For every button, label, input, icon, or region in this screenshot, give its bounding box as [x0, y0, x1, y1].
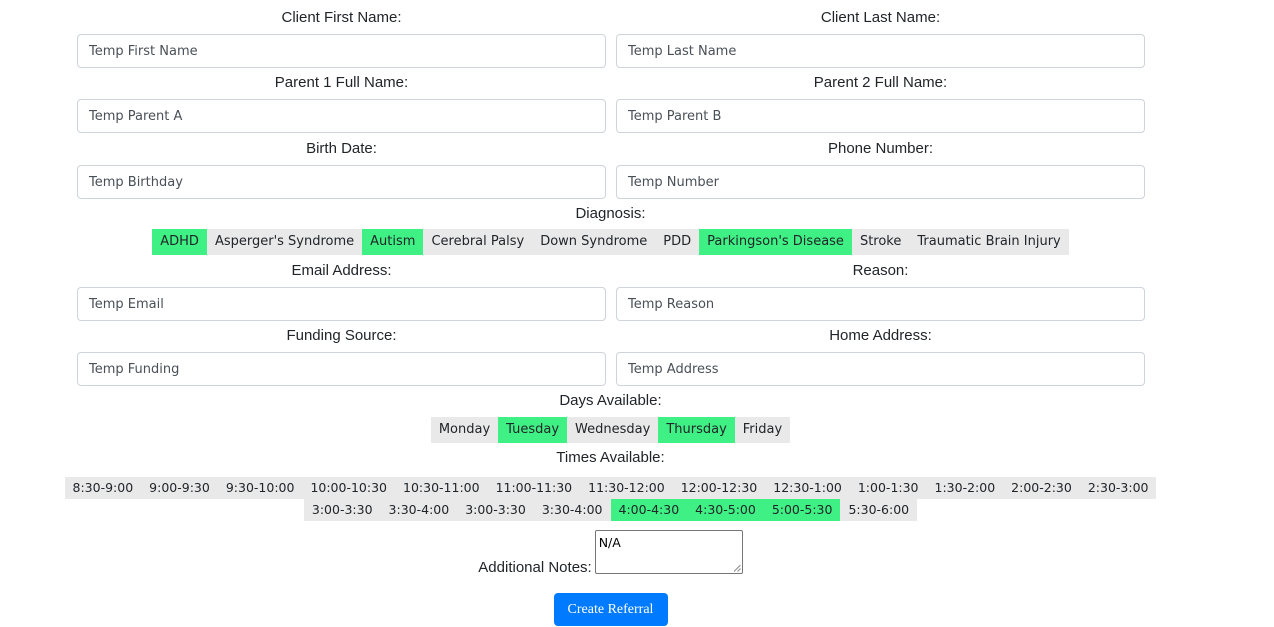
last-name-group: Client Last Name: Temp Last Name: [616, 9, 1145, 68]
time-slot-option[interactable]: 9:30-10:00: [217, 477, 303, 499]
parent1-group: Parent 1 Full Name: Temp Parent A: [77, 74, 606, 133]
diagnosis-chip-row: ADHD Asperger's Syndrome Autism Cerebral Pa…: [0, 229, 1221, 255]
time-slot-option[interactable]: 2:00-2:30: [1003, 477, 1080, 499]
birth-phone-row: Birth Date: Temp Birthday Phone Number: …: [77, 140, 1145, 199]
name-row: Client First Name: Temp First Name Clien…: [77, 9, 1145, 68]
submit-wrap: Create Referral: [0, 593, 1221, 626]
funding-group: Funding Source: Temp Funding: [77, 327, 606, 386]
times-chip-row-1: 8:30-9:00 9:00-9:30 9:30-10:00 10:00-10:30 1…: [0, 477, 1221, 499]
time-slot-option[interactable]: 4:00-4:30: [610, 499, 688, 521]
reason-group: Reason: Temp Reason: [616, 262, 1145, 321]
email-reason-row: Email Address: Temp Email Reason: Temp R…: [77, 262, 1145, 321]
reason-label: Reason:: [852, 262, 909, 279]
parent2-label: Parent 2 Full Name:: [813, 74, 948, 91]
notes-label: Additional Notes:: [478, 559, 592, 576]
parent1-label: Parent 1 Full Name:: [274, 74, 409, 91]
diagnosis-option[interactable]: Cerebral Palsy: [423, 229, 533, 255]
time-slot-option[interactable]: 1:00-1:30: [849, 477, 927, 499]
time-slot-option[interactable]: 8:30-9:00: [64, 477, 142, 499]
time-slot-option[interactable]: 11:30-12:00: [580, 477, 673, 499]
birth-date-label: Birth Date:: [306, 140, 377, 157]
diagnosis-options: ADHD Asperger's Syndrome Autism Cerebral Pa…: [152, 229, 1069, 255]
email-input[interactable]: Temp Email: [77, 287, 606, 321]
referral-form: Client First Name: Temp First Name Clien…: [0, 0, 1274, 627]
time-slot-option[interactable]: 9:00-9:30: [141, 477, 218, 499]
last-name-input[interactable]: Temp Last Name: [616, 34, 1145, 68]
diagnosis-label: Diagnosis:: [575, 205, 646, 222]
email-group: Email Address: Temp Email: [77, 262, 606, 321]
funding-label: Funding Source:: [286, 327, 397, 344]
parent2-group: Parent 2 Full Name: Temp Parent B: [616, 74, 1145, 133]
times-label: Times Available:: [556, 449, 665, 466]
resize-grip-icon[interactable]: [733, 564, 741, 572]
time-slot-option[interactable]: 5:00-5:30: [763, 499, 841, 521]
last-name-label: Client Last Name:: [820, 9, 941, 26]
day-option[interactable]: Monday: [430, 417, 499, 443]
times-options-row-1: 8:30-9:00 9:00-9:30 9:30-10:00 10:00-10:30 1…: [64, 477, 1157, 499]
time-slot-option[interactable]: 4:30-5:00: [687, 499, 764, 521]
notes-value: N/A: [598, 535, 621, 550]
day-option[interactable]: Tuesday: [498, 417, 568, 443]
time-slot-option[interactable]: 3:00-3:30: [303, 499, 381, 521]
parents-row: Parent 1 Full Name: Temp Parent A Parent…: [77, 74, 1145, 133]
times-chip-row-2: 3:00-3:30 3:30-4:00 3:00-3:30 3:30-4:00 4:00…: [0, 499, 1221, 521]
notes-textarea[interactable]: N/A: [594, 530, 743, 574]
diagnosis-option[interactable]: Traumatic Brain Injury: [909, 229, 1069, 255]
time-slot-option[interactable]: 5:30-6:00: [840, 499, 918, 521]
first-name-group: Client First Name: Temp First Name: [77, 9, 606, 68]
time-slot-option[interactable]: 1:30-2:00: [926, 477, 1004, 499]
first-name-input[interactable]: Temp First Name: [77, 34, 606, 68]
time-slot-option[interactable]: 12:00-12:30: [672, 477, 766, 499]
day-option[interactable]: Thursday: [658, 417, 735, 443]
parent2-input[interactable]: Temp Parent B: [616, 99, 1145, 133]
notes-group: Additional Notes: N/A: [0, 530, 1221, 576]
time-slot-option[interactable]: 3:30-4:00: [533, 499, 611, 521]
diagnosis-option[interactable]: Parkingson's Disease: [699, 229, 852, 255]
phone-input[interactable]: Temp Number: [616, 165, 1145, 199]
diagnosis-option[interactable]: ADHD: [152, 229, 207, 255]
time-slot-option[interactable]: 3:00-3:30: [457, 499, 534, 521]
create-referral-button[interactable]: Create Referral: [553, 593, 668, 626]
diagnosis-option[interactable]: Stroke: [851, 229, 910, 255]
phone-group: Phone Number: Temp Number: [616, 140, 1145, 199]
diagnosis-option[interactable]: Autism: [362, 229, 424, 255]
parent1-input[interactable]: Temp Parent A: [77, 99, 606, 133]
birth-date-group: Birth Date: Temp Birthday: [77, 140, 606, 199]
day-option[interactable]: Wednesday: [567, 417, 659, 443]
time-slot-option[interactable]: 10:30-11:00: [395, 477, 488, 499]
funding-address-row: Funding Source: Temp Funding Home Addres…: [77, 327, 1145, 386]
home-address-input[interactable]: Temp Address: [616, 352, 1145, 386]
time-slot-option[interactable]: 10:00-10:30: [302, 477, 395, 499]
first-name-label: Client First Name:: [281, 9, 402, 26]
reason-input[interactable]: Temp Reason: [616, 287, 1145, 321]
diagnosis-option[interactable]: Asperger's Syndrome: [206, 229, 363, 255]
days-label: Days Available:: [559, 392, 662, 409]
home-address-group: Home Address: Temp Address: [616, 327, 1145, 386]
times-options-row-2: 3:00-3:30 3:30-4:00 3:00-3:30 3:30-4:00 4:00…: [303, 499, 918, 521]
birth-date-input[interactable]: Temp Birthday: [77, 165, 606, 199]
time-slot-option[interactable]: 2:30-3:00: [1079, 477, 1157, 499]
day-option[interactable]: Friday: [734, 417, 791, 443]
home-address-label: Home Address:: [829, 327, 932, 344]
funding-input[interactable]: Temp Funding: [77, 352, 606, 386]
phone-label: Phone Number:: [827, 140, 934, 157]
time-slot-option[interactable]: 12:30-1:00: [765, 477, 850, 499]
days-options: Monday Tuesday Wednesday Thursday Friday: [430, 417, 791, 443]
diagnosis-option[interactable]: PDD: [655, 229, 700, 255]
time-slot-option[interactable]: 3:30-4:00: [380, 499, 458, 521]
diagnosis-option[interactable]: Down Syndrome: [532, 229, 656, 255]
time-slot-option[interactable]: 11:00-11:30: [487, 477, 581, 499]
days-chip-row: Monday Tuesday Wednesday Thursday Friday: [0, 417, 1221, 443]
email-label: Email Address:: [291, 262, 392, 279]
